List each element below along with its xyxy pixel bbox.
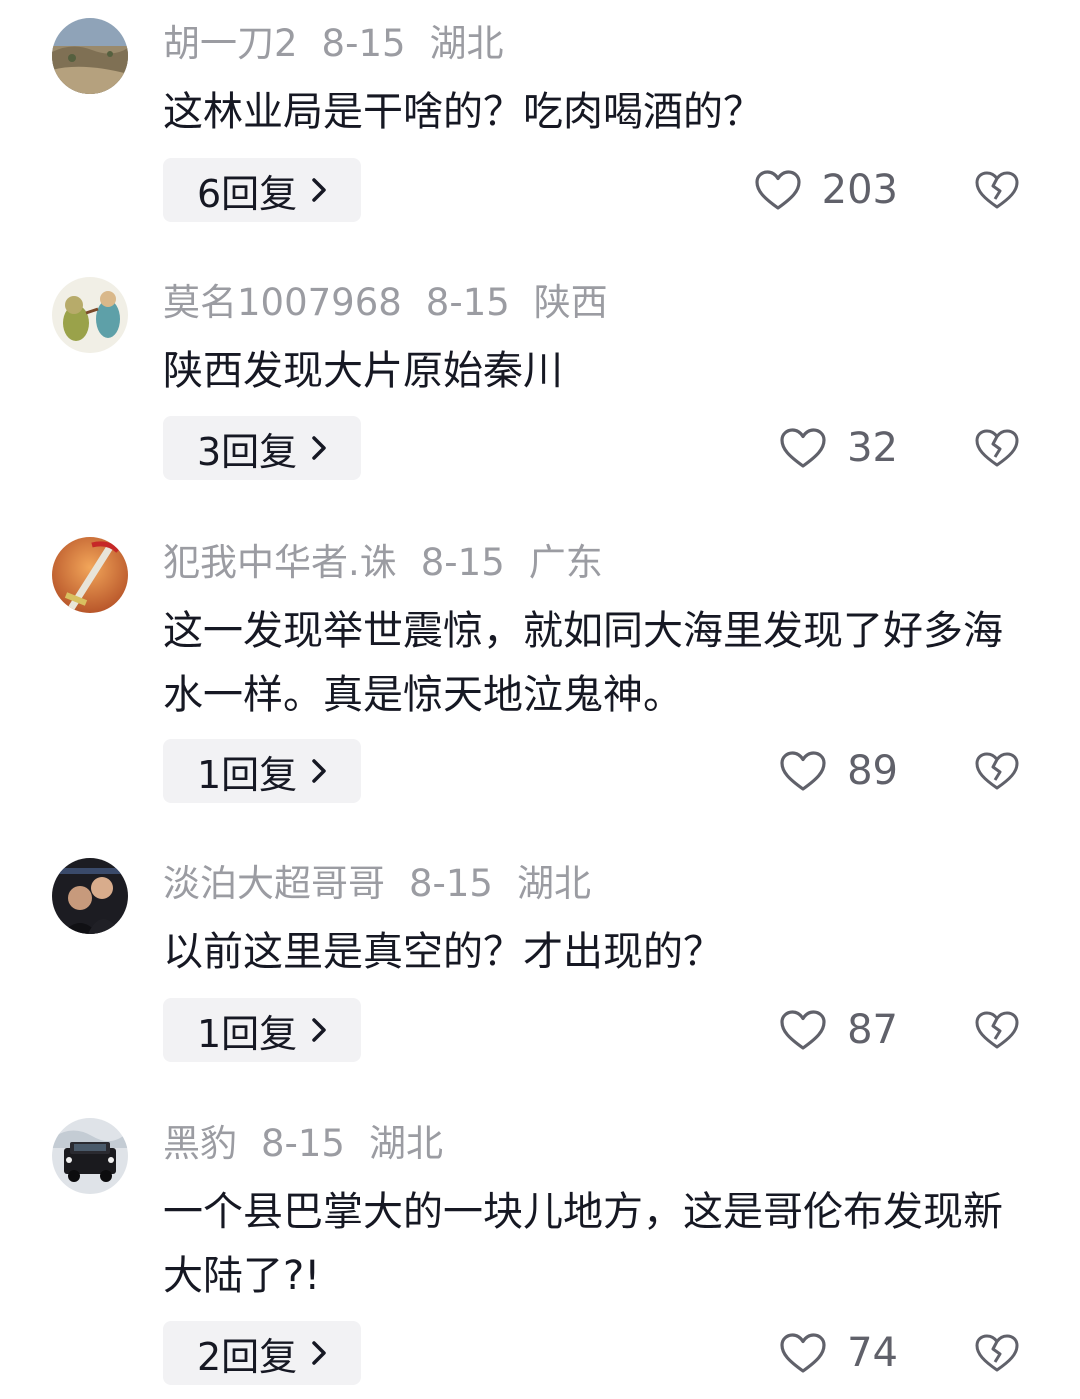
landscape-avatar-icon: [52, 18, 128, 94]
like-count: 74: [847, 1330, 898, 1376]
heart-icon: [779, 750, 827, 792]
view-replies-button[interactable]: 1回复: [163, 998, 362, 1062]
username[interactable]: 犯我中华者.诛: [163, 541, 397, 584]
sword-avatar-icon: [52, 537, 128, 613]
photo-avatar-icon: [52, 858, 128, 934]
reply-count-label: 1回复: [197, 752, 298, 797]
comment-location: 湖北: [368, 1122, 443, 1165]
dislike-button[interactable]: [974, 739, 1020, 803]
view-replies-button[interactable]: 2回复: [163, 1321, 362, 1385]
comment-text: 一个县巴掌大的一块儿地方，这是哥伦布发现新大陆了?!: [163, 1189, 1003, 1299]
reply-count-label: 2回复: [197, 1334, 298, 1379]
comment-meta: 犯我中华者.诛 8-15 广东: [163, 541, 603, 585]
car-avatar-icon: [52, 1118, 128, 1194]
comment-location: 陕西: [533, 281, 608, 324]
comment-meta: 淡泊大超哥哥 8-15 湖北: [163, 862, 591, 906]
dislike-button[interactable]: [974, 158, 1020, 222]
user-avatar[interactable]: [52, 858, 128, 934]
like-count: 87: [847, 1007, 898, 1053]
reply-count-label: 1回复: [197, 1011, 298, 1056]
comment-date: 8-15: [420, 541, 505, 584]
comment-meta: 黑豹 8-15 湖北: [163, 1122, 443, 1166]
comment-location: 湖北: [516, 862, 591, 905]
like-button[interactable]: 89: [779, 739, 898, 803]
comment-meta: 胡一刀2 8-15 湖北: [163, 22, 504, 66]
comment-location: 广东: [528, 541, 603, 584]
username[interactable]: 莫名1007968: [163, 281, 402, 324]
username[interactable]: 黑豹: [163, 1122, 237, 1165]
chevron-right-icon: [311, 1017, 327, 1043]
comment-date: 8-15: [321, 22, 406, 65]
like-button[interactable]: 32: [779, 416, 898, 480]
username[interactable]: 淡泊大超哥哥: [163, 862, 385, 905]
like-count: 203: [821, 167, 898, 213]
chevron-right-icon: [311, 758, 327, 784]
comment-date: 8-15: [409, 862, 493, 905]
comment-meta: 莫名1007968 8-15 陕西: [163, 281, 608, 325]
broken-heart-icon: [975, 429, 1019, 467]
broken-heart-icon: [975, 1334, 1019, 1372]
comment-text: 陕西发现大片原始秦川: [163, 348, 563, 394]
chevron-right-icon: [311, 1340, 327, 1366]
broken-heart-icon: [975, 752, 1019, 790]
like-button[interactable]: 87: [779, 998, 898, 1062]
heart-icon: [779, 1009, 827, 1051]
dislike-button[interactable]: [974, 1321, 1020, 1385]
reply-count-label: 3回复: [197, 429, 298, 474]
comment-text: 这林业局是干啥的？吃肉喝酒的？: [163, 89, 763, 135]
view-replies-button[interactable]: 6回复: [163, 158, 362, 222]
like-button[interactable]: 74: [779, 1321, 898, 1385]
user-avatar[interactable]: [52, 277, 128, 353]
comment-date: 8-15: [425, 281, 510, 324]
broken-heart-icon: [975, 171, 1019, 209]
comment-text: 以前这里是真空的？才出现的？: [163, 929, 723, 975]
reply-count-label: 6回复: [197, 171, 298, 216]
view-replies-button[interactable]: 3回复: [163, 416, 362, 480]
broken-heart-icon: [975, 1011, 1019, 1049]
chevron-right-icon: [311, 177, 327, 203]
username[interactable]: 胡一刀2: [163, 22, 298, 65]
like-button[interactable]: 203: [754, 158, 898, 222]
heart-icon: [779, 427, 827, 469]
chevron-right-icon: [311, 435, 327, 461]
dislike-button[interactable]: [974, 416, 1020, 480]
comment-date: 8-15: [261, 1122, 345, 1165]
comment-text: 这一发现举世震惊，就如同大海里发现了好多海水一样。真是惊天地泣鬼神。: [163, 608, 1003, 718]
user-avatar[interactable]: [52, 1118, 128, 1194]
dislike-button[interactable]: [974, 998, 1020, 1062]
like-count: 89: [847, 748, 898, 794]
like-count: 32: [847, 425, 898, 471]
user-avatar[interactable]: [52, 537, 128, 613]
cartoon-avatar-icon: [52, 277, 128, 353]
comment-location: 湖北: [429, 22, 504, 65]
view-replies-button[interactable]: 1回复: [163, 739, 362, 803]
user-avatar[interactable]: [52, 18, 128, 94]
heart-icon: [779, 1332, 827, 1374]
heart-icon: [754, 169, 802, 211]
